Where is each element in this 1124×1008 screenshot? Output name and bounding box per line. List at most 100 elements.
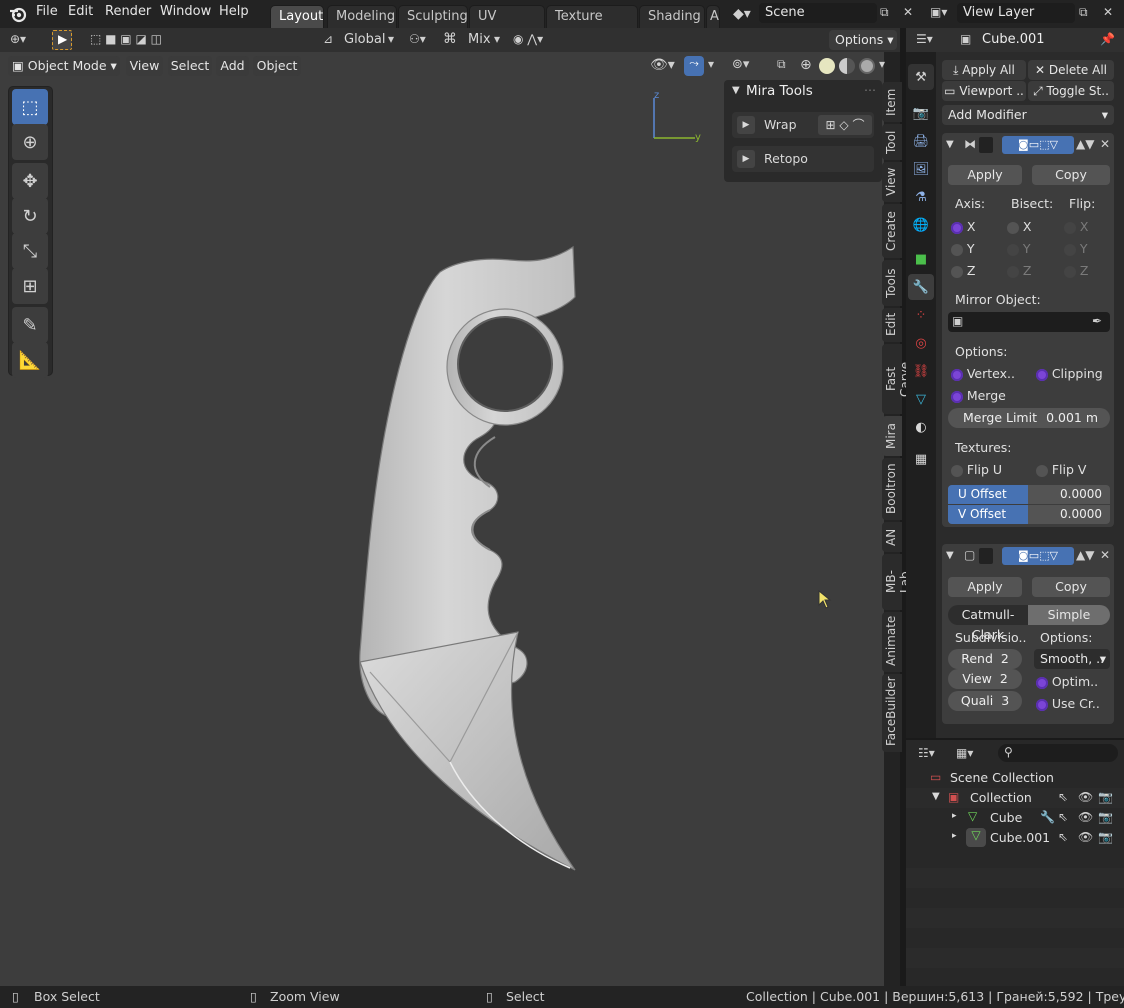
tab-tool[interactable]: Tool bbox=[882, 124, 902, 160]
axis-y-toggle[interactable]: Y bbox=[951, 241, 974, 256]
solid-shading-icon[interactable] bbox=[819, 58, 835, 74]
rendered-shading-icon[interactable] bbox=[859, 58, 875, 74]
tab-modeling[interactable]: Modeling bbox=[327, 5, 397, 28]
apply-all-button[interactable]: ⤓ Apply All bbox=[942, 60, 1026, 80]
drag-handle-icon[interactable]: ⋯ bbox=[864, 83, 876, 97]
camera-icon[interactable]: 📷 bbox=[1098, 790, 1113, 804]
proportional-falloff[interactable]: Mix bbox=[468, 32, 491, 47]
cursor-icon[interactable]: ⊕ bbox=[12, 124, 48, 160]
options-dropdown[interactable]: Options ▾ bbox=[829, 30, 897, 50]
list-item[interactable]: ▸ ▽ Cube 🔧 ⇖ 👁 📷 bbox=[906, 808, 1124, 828]
move-icon[interactable]: ✥ bbox=[12, 163, 48, 199]
mirror-apply-button[interactable]: Apply bbox=[948, 165, 1022, 185]
tab-animation[interactable]: A bbox=[706, 5, 720, 28]
flip-y-toggle[interactable]: Y bbox=[1064, 241, 1087, 256]
chevron-down-icon[interactable]: ▾ bbox=[879, 57, 885, 71]
add-modifier-dropdown[interactable]: Add Modifier ▾ bbox=[942, 105, 1114, 125]
tab-mb-lab[interactable]: MB-Lab bbox=[882, 554, 912, 610]
collapse-arrow-icon[interactable]: ▼ bbox=[946, 550, 954, 561]
new-view-layer-icon[interactable]: ⧉ bbox=[1079, 5, 1088, 20]
menu-render[interactable]: Render bbox=[105, 4, 151, 19]
annotate-icon[interactable]: ✎ bbox=[12, 307, 48, 343]
texture-props-icon[interactable]: ▦ bbox=[908, 446, 934, 472]
wrap-icons[interactable]: ⊞ ◇ ⌒ bbox=[818, 115, 872, 135]
xray-icon[interactable]: ⧉ bbox=[777, 57, 786, 72]
gizmo-toggle-icon[interactable]: ⤳ bbox=[684, 56, 704, 76]
editor-type-icon[interactable]: ⊕▾ bbox=[10, 32, 26, 46]
close-icon[interactable]: ✕ bbox=[1100, 137, 1110, 151]
editor-type-icon[interactable]: ☷▾ bbox=[918, 746, 935, 760]
tool-props-icon[interactable]: ⚒ bbox=[908, 64, 934, 90]
clipping-toggle[interactable]: Clipping bbox=[1036, 366, 1103, 381]
display-mode-icon[interactable]: ▦▾ bbox=[956, 746, 973, 760]
physics-props-icon[interactable]: ◎ bbox=[908, 330, 934, 356]
viewport-levels-field[interactable]: View 2 bbox=[948, 669, 1022, 689]
list-item[interactable]: ▼ ▣ Collection ⇖ 👁 📷 bbox=[906, 788, 1124, 808]
data-props-icon[interactable]: ▽ bbox=[908, 386, 934, 412]
mirror-object-field[interactable]: ▣ ✒ bbox=[948, 312, 1110, 332]
expand-arrow-icon[interactable]: ▸ bbox=[952, 831, 957, 841]
eye-icon[interactable]: 👁 bbox=[1078, 830, 1093, 844]
tab-facebuilder[interactable]: FaceBuilder bbox=[882, 674, 902, 752]
overlay-icon[interactable]: ⊚▾ bbox=[732, 57, 749, 72]
material-shading-icon[interactable] bbox=[839, 58, 855, 74]
bisect-y-toggle[interactable]: Y bbox=[1007, 241, 1030, 256]
scene-icon[interactable]: ◆▾ bbox=[733, 6, 751, 22]
subsurf-copy-button[interactable]: Copy bbox=[1032, 577, 1110, 597]
optimal-display-toggle[interactable]: Optim.. bbox=[1036, 674, 1098, 689]
pivot-icon[interactable]: ⚇▾ bbox=[409, 32, 426, 46]
modifier-name-field[interactable] bbox=[979, 137, 993, 153]
expand-icon[interactable]: ▶ bbox=[737, 150, 755, 168]
scene-field[interactable]: Scene bbox=[759, 3, 877, 23]
retopo-row[interactable]: ▶ Retopo bbox=[732, 146, 874, 172]
orientation-dropdown[interactable]: Global bbox=[344, 32, 385, 47]
menu-help[interactable]: Help bbox=[219, 4, 249, 19]
list-item[interactable]: ▸ ▽ Cube.001 ⇖ 👁 📷 bbox=[906, 828, 1124, 848]
3d-viewport[interactable]: ▣ Object Mode ▾ View Select Add Object 👁… bbox=[0, 52, 912, 986]
scale-icon[interactable]: ⤡ bbox=[12, 233, 48, 269]
tab-tools[interactable]: Tools bbox=[882, 260, 902, 306]
use-creases-toggle[interactable]: Use Cr.. bbox=[1036, 696, 1100, 711]
axis-gizmo[interactable]: z y bbox=[640, 90, 710, 145]
selectable-icon[interactable]: ⇖ bbox=[1058, 790, 1068, 804]
bisect-x-toggle[interactable]: X bbox=[1007, 219, 1031, 234]
mode-dropdown[interactable]: ▣ Object Mode ▾ bbox=[8, 56, 120, 76]
tab-mira[interactable]: Mira bbox=[882, 416, 902, 456]
chevron-down-icon[interactable]: ▾ bbox=[708, 57, 714, 71]
tab-create[interactable]: Create bbox=[882, 204, 902, 258]
object-props-icon[interactable]: ■ bbox=[908, 246, 934, 272]
quality-field[interactable]: Quali 3 bbox=[948, 691, 1022, 711]
tab-animate[interactable]: Animate bbox=[882, 612, 902, 672]
modifier-visibility-toggles[interactable]: ◙▭⬚▽ bbox=[1002, 136, 1074, 154]
tab-sculpting[interactable]: Sculpting bbox=[398, 5, 468, 28]
camera-icon[interactable]: 📷 bbox=[1098, 830, 1113, 844]
v-offset-field[interactable]: V Offset 0.0000 bbox=[948, 505, 1110, 524]
bisect-z-toggle[interactable]: Z bbox=[1007, 263, 1031, 278]
scene-props-icon[interactable]: ⚗ bbox=[908, 184, 934, 210]
new-scene-icon[interactable]: ⧉ bbox=[880, 5, 889, 20]
catmull-clark-toggle[interactable]: Catmull-Clark bbox=[948, 605, 1028, 642]
close-view-layer-icon[interactable]: ✕ bbox=[1103, 5, 1113, 19]
editor-type-icon[interactable]: ☰▾ bbox=[916, 32, 933, 46]
modifier-visibility-toggles[interactable]: ◙▭⬚▽ bbox=[1002, 547, 1074, 565]
eye-icon[interactable]: 👁 bbox=[1078, 790, 1093, 804]
menu-window[interactable]: Window bbox=[160, 4, 211, 19]
tab-item[interactable]: Item bbox=[882, 82, 902, 122]
selectable-icon[interactable]: ⇖ bbox=[1058, 830, 1068, 844]
view-layer-icon[interactable]: ▣▾ bbox=[930, 5, 947, 19]
vertex-groups-toggle[interactable]: Vertex.. bbox=[951, 366, 1015, 381]
delete-all-button[interactable]: ✕ Delete All bbox=[1028, 60, 1114, 80]
menu-object[interactable]: Object bbox=[253, 56, 301, 76]
uv-smooth-dropdown[interactable]: Smooth, .. ▾ bbox=[1034, 649, 1110, 669]
axis-z-toggle[interactable]: Z bbox=[951, 263, 975, 278]
list-item[interactable]: ▭ Scene Collection bbox=[906, 768, 1124, 788]
eye-icon[interactable]: 👁 bbox=[1078, 810, 1093, 824]
outliner-search-input[interactable]: ⚲ bbox=[998, 744, 1118, 762]
menu-file[interactable]: File bbox=[36, 4, 58, 19]
tab-booltron[interactable]: Booltron bbox=[882, 458, 902, 520]
view-layer-field[interactable]: View Layer bbox=[957, 3, 1075, 23]
menu-view[interactable]: View bbox=[126, 56, 163, 76]
blender-logo-icon[interactable] bbox=[9, 5, 27, 23]
expand-arrow-icon[interactable]: ▼ bbox=[932, 791, 940, 802]
tab-edit[interactable]: Edit bbox=[882, 308, 902, 342]
